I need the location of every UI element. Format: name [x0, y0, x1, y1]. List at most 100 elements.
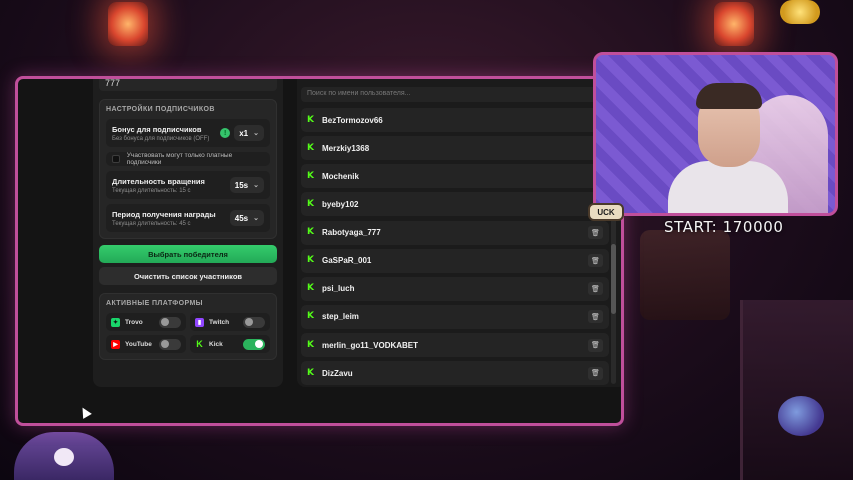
participant-row: Kstep_leim 🗑 — [301, 304, 609, 329]
participant-row: Kpsi_luch 🗑 — [301, 276, 609, 301]
participant-row: K Merzkiy1368 — [301, 136, 609, 161]
pirate-mascot-decoration — [14, 432, 114, 480]
subscriber-settings-title: НАСТРОЙКИ ПОДПИСЧИКОВ — [106, 106, 215, 113]
participant-row: Kbyeby102 — [301, 192, 609, 217]
participant-name: Merzkiy1368 — [322, 143, 370, 153]
subscriber-bonus-label: Бонус для подписчиков — [112, 124, 202, 134]
chevron-down-icon: ⌄ — [253, 215, 259, 222]
spin-duration-setting: Длительность вращения Текущая длительнос… — [106, 171, 270, 199]
trash-icon[interactable]: 🗑 — [588, 338, 603, 352]
platform-twitch: ▮ Twitch — [190, 313, 270, 331]
trash-icon[interactable]: 🗑 — [588, 310, 603, 324]
settings-panel: 777 НАСТРОЙКИ ПОДПИСЧИКОВ Бонус для подп… — [93, 79, 283, 387]
pick-winner-button[interactable]: Выбрать победителя — [99, 245, 277, 263]
streamer-hair — [696, 83, 762, 109]
participant-search-input[interactable]: Поиск по имени пользователя... — [301, 87, 597, 102]
kick-icon: K — [307, 227, 314, 238]
participant-name: step_leim — [322, 312, 359, 322]
kick-icon: K — [307, 311, 314, 322]
participant-row: K Rabotyaga_777 🗑 — [301, 220, 609, 245]
participant-row: K DizZavu 🗑 — [301, 361, 609, 386]
bonus-multiplier-value: x1 — [239, 128, 249, 138]
participant-row: K BezTormozov66 — [301, 108, 609, 132]
participant-row: K GaSPaR_001 🗑 — [301, 248, 609, 273]
subscriber-bonus-description: Без бонуса для подписчиков (OFF) — [112, 135, 210, 142]
spin-duration-value: 15s — [234, 180, 249, 190]
trash-icon[interactable]: 🗑 — [588, 226, 603, 240]
kick-icon: K — [307, 367, 314, 378]
subscriber-bonus-setting: Бонус для подписчиков Без бонуса для под… — [106, 119, 270, 147]
spin-duration-label: Длительность вращения — [112, 176, 205, 186]
reward-period-description: Текущая длительность: 45 с — [112, 220, 191, 227]
participant-list: K BezTormozov66 K Merzkiy1368 K Mochenik Kbyeb… — [301, 108, 609, 389]
lantern-right-decoration — [714, 2, 754, 46]
kick-icon: K — [196, 339, 203, 349]
skull-icon — [54, 448, 74, 466]
streamer-body — [668, 161, 788, 213]
chevron-down-icon: ⌄ — [253, 182, 259, 189]
trovo-icon: ✦ — [111, 317, 120, 327]
paid-only-option[interactable]: Участвовать могут только платные подписч… — [106, 152, 270, 166]
participant-name: byeby102 — [322, 199, 359, 209]
barrel-decoration — [640, 230, 730, 320]
dock-decoration — [740, 300, 853, 480]
participant-name: BezTormozov66 — [322, 115, 383, 125]
participant-name: psi_luch — [322, 284, 355, 294]
platform-youtube: ▶ YouTube — [106, 335, 186, 353]
reward-period-value: 45s — [234, 213, 249, 223]
lantern-left-decoration — [108, 2, 148, 46]
paid-only-checkbox[interactable] — [112, 155, 120, 163]
reward-period-select[interactable]: 45s ⌄ — [229, 210, 264, 226]
trash-icon[interactable]: 🗑 — [588, 282, 603, 296]
participant-name: Rabotyaga_777 — [322, 228, 381, 238]
twitch-icon: ▮ — [195, 317, 204, 327]
participant-name: DizZavu — [322, 368, 353, 378]
kick-icon: K — [307, 170, 314, 181]
luck-badge: UCK — [588, 203, 624, 221]
trash-icon[interactable]: 🗑 — [588, 254, 603, 268]
twitch-toggle[interactable] — [243, 316, 265, 328]
participant-name: Mochenik — [322, 171, 359, 181]
kick-icon: K — [307, 339, 314, 350]
active-platforms-title: АКТИВНЫЕ ПЛАТФОРМЫ — [106, 300, 203, 307]
bottle-decoration — [778, 396, 824, 436]
youtube-toggle[interactable] — [159, 338, 181, 350]
kick-icon: K — [307, 255, 314, 266]
reward-period-setting: Период получения награды Текущая длитель… — [106, 204, 270, 232]
participant-name: merlin_go11_VODKABET — [322, 340, 419, 350]
trovo-toggle[interactable] — [159, 316, 181, 328]
trash-icon[interactable]: 🗑 — [588, 366, 603, 380]
bonus-multiplier-select[interactable]: x1 ⌄ — [234, 125, 264, 141]
platform-name: Twitch — [209, 318, 230, 326]
participant-row: Kmerlin_go11_VODKABET 🗑 — [301, 333, 609, 358]
coin-decoration — [780, 0, 820, 24]
kick-icon: K — [307, 142, 314, 153]
participants-panel: Поиск по имени пользователя... K BezTormo… — [297, 79, 621, 389]
spin-duration-select[interactable]: 15s ⌄ — [229, 177, 264, 193]
webcam-overlay — [593, 52, 838, 216]
platform-name: YouTube — [125, 340, 152, 348]
start-balance-label: START: 170000 — [664, 218, 784, 236]
info-icon[interactable]: ! — [220, 128, 231, 138]
platform-kick: K Kick — [190, 335, 270, 353]
platform-grid: ✦ Trovo ▮ Twitch ▶ YouTube K Kick — [106, 313, 270, 353]
platform-trovo: ✦ Trovo — [106, 313, 186, 331]
active-platforms-section: АКТИВНЫЕ ПЛАТФОРМЫ ✦ Trovo ▮ Twitch ▶ Yo… — [99, 293, 277, 360]
kick-icon: K — [307, 114, 314, 125]
kick-icon: K — [307, 283, 314, 294]
platform-name: Trovo — [125, 318, 143, 326]
giveaway-app-window: 777 НАСТРОЙКИ ПОДПИСЧИКОВ Бонус для подп… — [15, 76, 624, 426]
participant-row: K Mochenik — [301, 164, 609, 189]
clear-participants-button[interactable]: Очистить список участников — [99, 267, 277, 285]
youtube-icon: ▶ — [111, 339, 120, 349]
seed-input[interactable]: 777 — [99, 79, 277, 91]
spin-duration-description: Текущая длительность: 15 с — [112, 187, 191, 194]
subscriber-settings-section: НАСТРОЙКИ ПОДПИСЧИКОВ Бонус для подписчи… — [99, 99, 277, 239]
kick-icon: K — [307, 198, 314, 209]
chevron-down-icon: ⌄ — [253, 130, 259, 137]
kick-toggle[interactable] — [243, 338, 265, 350]
reward-period-label: Период получения награды — [112, 209, 216, 219]
platform-name: Kick — [209, 340, 223, 348]
paid-only-label: Участвовать могут только платные подписч… — [126, 152, 233, 166]
participant-name: GaSPaR_001 — [322, 256, 372, 266]
